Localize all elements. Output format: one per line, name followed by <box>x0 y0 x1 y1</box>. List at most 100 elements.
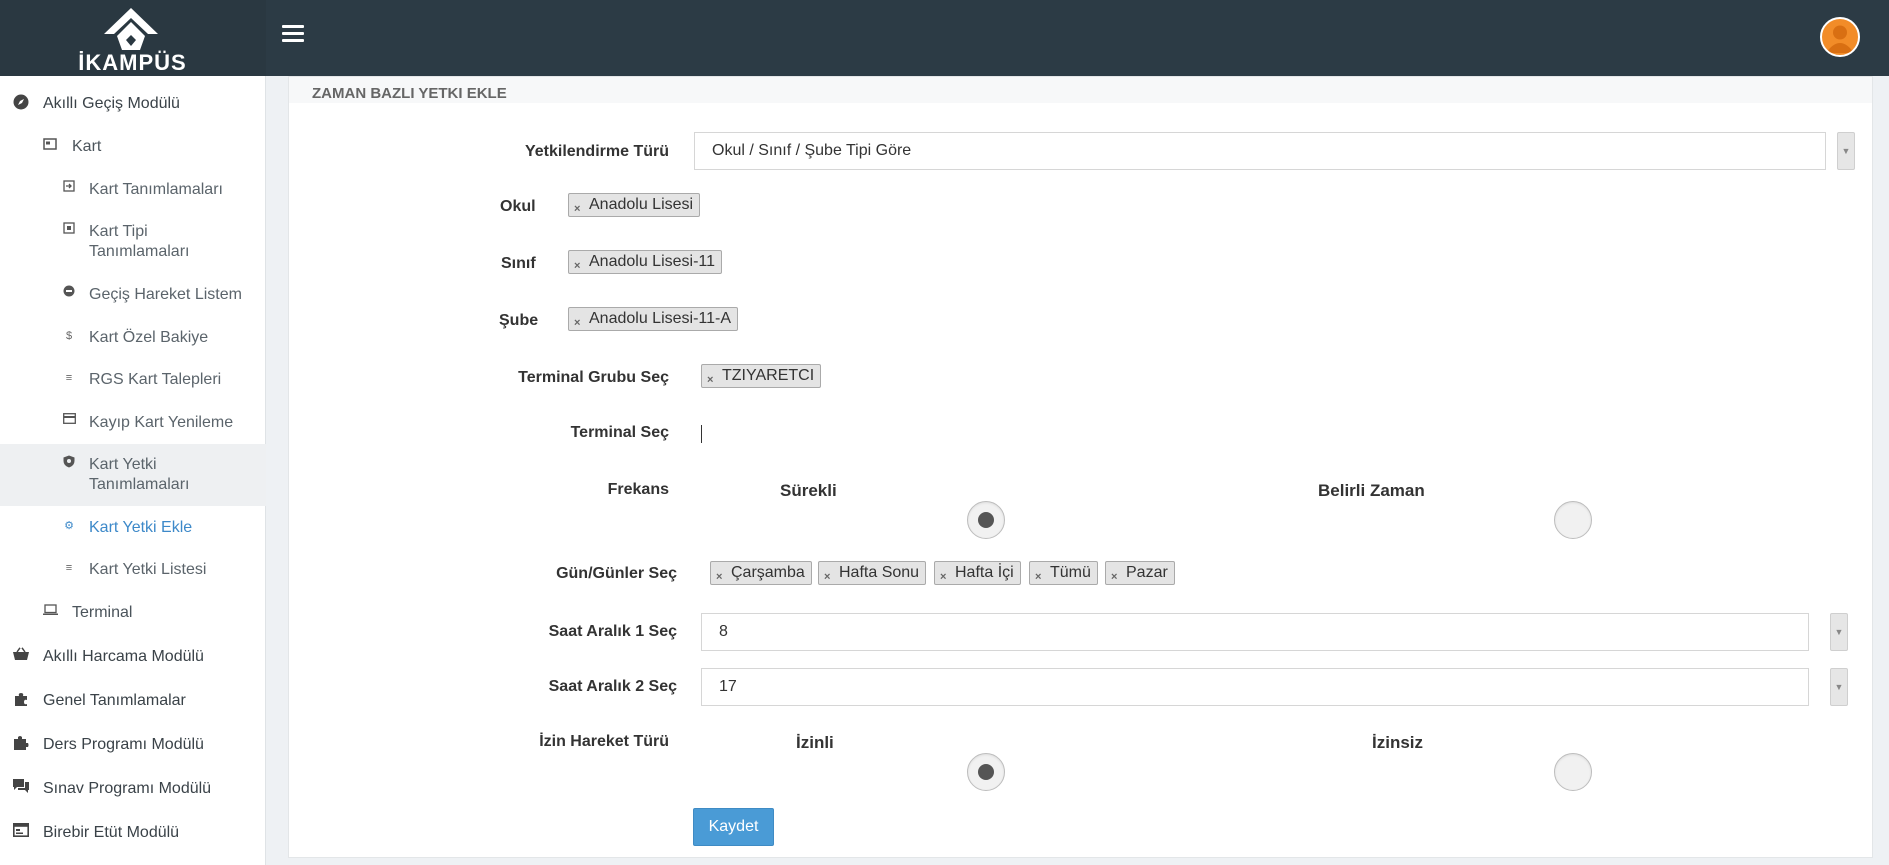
sidebar-item-kart-yetki-ekle[interactable]: ⚙ Kart Yetki Ekle <box>0 518 266 538</box>
panel-header: ZAMAN BAZLI YETKI EKLE <box>289 77 1872 103</box>
logo-text: İKAMPÜS <box>78 50 187 75</box>
tag-label: TZIYARETCI <box>722 367 815 384</box>
remove-icon[interactable]: × <box>574 255 580 277</box>
puzzle-piece-icon <box>13 735 29 751</box>
saat1-select[interactable]: 8 <box>701 613 1809 651</box>
sube-tag[interactable]: × Anadolu Lisesi-11-A <box>568 307 739 334</box>
chevron-down-icon[interactable]: ▼ <box>1830 668 1848 706</box>
sidebar-item-kayip-kart[interactable]: Kayıp Kart Yenileme <box>0 413 266 433</box>
gunler-label: Gün/Günler Seç <box>556 565 677 582</box>
sidebar-item-label: Kart Özel Bakiye <box>89 329 209 346</box>
gun-tag[interactable]: × Tümü <box>1029 561 1098 585</box>
sidebar-item-kart-tanimlamalari[interactable]: Kart Tanımlamaları <box>0 180 266 200</box>
sidebar-item-label: Sınav Programı Modülü <box>43 780 212 797</box>
tag-label: Tümü <box>1050 564 1091 581</box>
sign-in-icon <box>63 180 75 196</box>
sidebar-item-label: Kart Yetki Listesi <box>89 561 207 578</box>
sidebar-item-kart-tipi[interactable]: Kart Tipi Tanımlamaları <box>0 222 266 262</box>
sidebar-item-label: Ders Programı Modülü <box>43 736 204 753</box>
saat2-select[interactable]: 17 <box>701 668 1809 706</box>
sidebar-item-sinav-programi[interactable]: Sınav Programı Modülü <box>0 779 266 799</box>
terminal-label: Terminal Seç <box>570 424 669 441</box>
comments-icon <box>13 779 29 795</box>
gun-tag[interactable]: × Çarşamba <box>710 561 812 585</box>
remove-icon[interactable]: × <box>940 566 946 588</box>
remove-icon[interactable]: × <box>824 566 830 588</box>
izin-izinli-radio[interactable] <box>967 753 1005 791</box>
basket-icon <box>13 647 29 663</box>
logo-icon <box>104 8 158 50</box>
sidebar-item-akilli-gecis[interactable]: Akıllı Geçiş Modülü <box>0 94 266 114</box>
minus-circle-icon <box>63 285 75 301</box>
sidebar-item-label: Kart Tanımlamaları <box>89 181 223 198</box>
sidebar-item-terminal[interactable]: Terminal <box>0 603 266 623</box>
izin-option-label: İzinsiz <box>1372 733 1424 752</box>
sube-label: Şube <box>499 312 539 329</box>
terminal-grubu-label: Terminal Grubu Seç <box>518 369 669 386</box>
terminal-grubu-tag[interactable]: × TZIYARETCI <box>701 364 822 391</box>
okul-tag[interactable]: × Anadolu Lisesi <box>568 193 701 220</box>
credit-card-icon <box>63 413 76 429</box>
terminal-input[interactable] <box>701 425 702 443</box>
sidebar-item-genel-tanimlamalar[interactable]: Genel Tanımlamalar <box>0 691 266 711</box>
sidebar-item-label: Birebir Etüt Modülü <box>43 824 180 841</box>
page-title: ZAMAN BAZLI YETKI EKLE <box>312 85 507 102</box>
tag-label: Çarşamba <box>731 564 805 581</box>
tag-label: Hafta Sonu <box>839 564 920 581</box>
izin-option-label: İzinli <box>796 733 834 752</box>
chevron-down-icon[interactable]: ▼ <box>1830 613 1848 651</box>
sidebar-item-rgs-kart[interactable]: ≡ RGS Kart Talepleri <box>0 370 266 390</box>
remove-icon[interactable]: × <box>1111 566 1117 588</box>
remove-icon[interactable]: × <box>1035 566 1041 588</box>
sidebar-item-kart-ozel-bakiye[interactable]: $ Kart Özel Bakiye <box>0 328 266 348</box>
user-avatar-icon[interactable] <box>1820 17 1860 57</box>
tag-label: Pazar <box>1126 564 1168 581</box>
remove-icon[interactable]: × <box>707 369 713 391</box>
sidebar-item-label: Kart Tipi Tanımlamaları <box>89 223 190 260</box>
dollar-icon: $ <box>65 330 73 342</box>
chevron-down-icon[interactable]: ▼ <box>1837 132 1855 170</box>
sidebar-item-label: Kart <box>72 138 102 155</box>
sidebar-item-kart-yetki-listesi[interactable]: ≡ Kart Yetki Listesi <box>0 560 266 580</box>
list-icon: ≡ <box>65 372 73 384</box>
frekans-option-label: Belirli Zaman <box>1318 481 1425 500</box>
sidebar-item-birebir-etut[interactable]: Birebir Etüt Modülü <box>0 823 266 843</box>
logo-area[interactable]: İKAMPÜS <box>0 0 266 76</box>
hamburger-icon[interactable] <box>282 25 304 43</box>
frekans-label: Frekans <box>607 481 669 498</box>
saat1-label: Saat Aralık 1 Seç <box>548 623 677 640</box>
save-button[interactable]: Kaydet <box>693 808 774 846</box>
gun-tag[interactable]: × Hafta İçi <box>934 561 1021 585</box>
sidebar-item-label: RGS Kart Talepleri <box>89 371 222 388</box>
sidebar: Akıllı Geçiş Modülü Kart Kart Tanımlamal… <box>0 76 266 865</box>
tag-label: Anadolu Lisesi-11 <box>589 253 716 270</box>
sidebar-item-ders-programi[interactable]: Ders Programı Modülü <box>0 735 266 755</box>
sidebar-item-akilli-harcama[interactable]: Akıllı Harcama Modülü <box>0 647 266 667</box>
sinif-tag[interactable]: × Anadolu Lisesi-11 <box>568 250 723 277</box>
yetki-turu-select[interactable]: Okul / Sınıf / Şube Tipi Göre <box>694 132 1826 170</box>
gun-tag[interactable]: × Hafta Sonu <box>818 561 927 588</box>
frekans-surekli-radio[interactable] <box>967 501 1005 539</box>
puzzle-icon <box>13 691 29 707</box>
list-icon: ≡ <box>65 562 73 574</box>
compass-icon <box>13 94 29 110</box>
sidebar-item-kart[interactable]: Kart <box>0 137 266 157</box>
sidebar-item-kart-yetki-tanimlamalari[interactable]: Kart Yetki Tanımlamaları <box>0 444 266 506</box>
izin-label: İzin Hareket Türü <box>539 733 669 750</box>
sidebar-item-label: Kayıp Kart Yenileme <box>89 414 234 431</box>
sidebar-item-gecis-hareket[interactable]: Geçiş Hareket Listem <box>0 285 266 305</box>
sidebar-item-label: Terminal <box>72 604 133 621</box>
sidebar-item-label: Kart Yetki Ekle <box>89 519 193 536</box>
frekans-belirli-radio[interactable] <box>1554 501 1592 539</box>
gear-icon: ⚙ <box>64 520 74 532</box>
tag-label: Anadolu Lisesi <box>589 196 694 213</box>
izin-izinsiz-radio[interactable] <box>1554 753 1592 791</box>
sidebar-item-label: Akıllı Geçiş Modülü <box>43 95 180 112</box>
top-header: İKAMPÜS <box>0 0 1889 76</box>
sidebar-item-label: Kart Yetki Tanımlamaları <box>89 456 190 493</box>
remove-icon[interactable]: × <box>716 566 722 588</box>
remove-icon[interactable]: × <box>574 312 580 334</box>
sidebar-item-label: Akıllı Harcama Modülü <box>43 648 204 665</box>
gun-tag[interactable]: × Pazar <box>1105 561 1175 585</box>
remove-icon[interactable]: × <box>574 198 580 220</box>
